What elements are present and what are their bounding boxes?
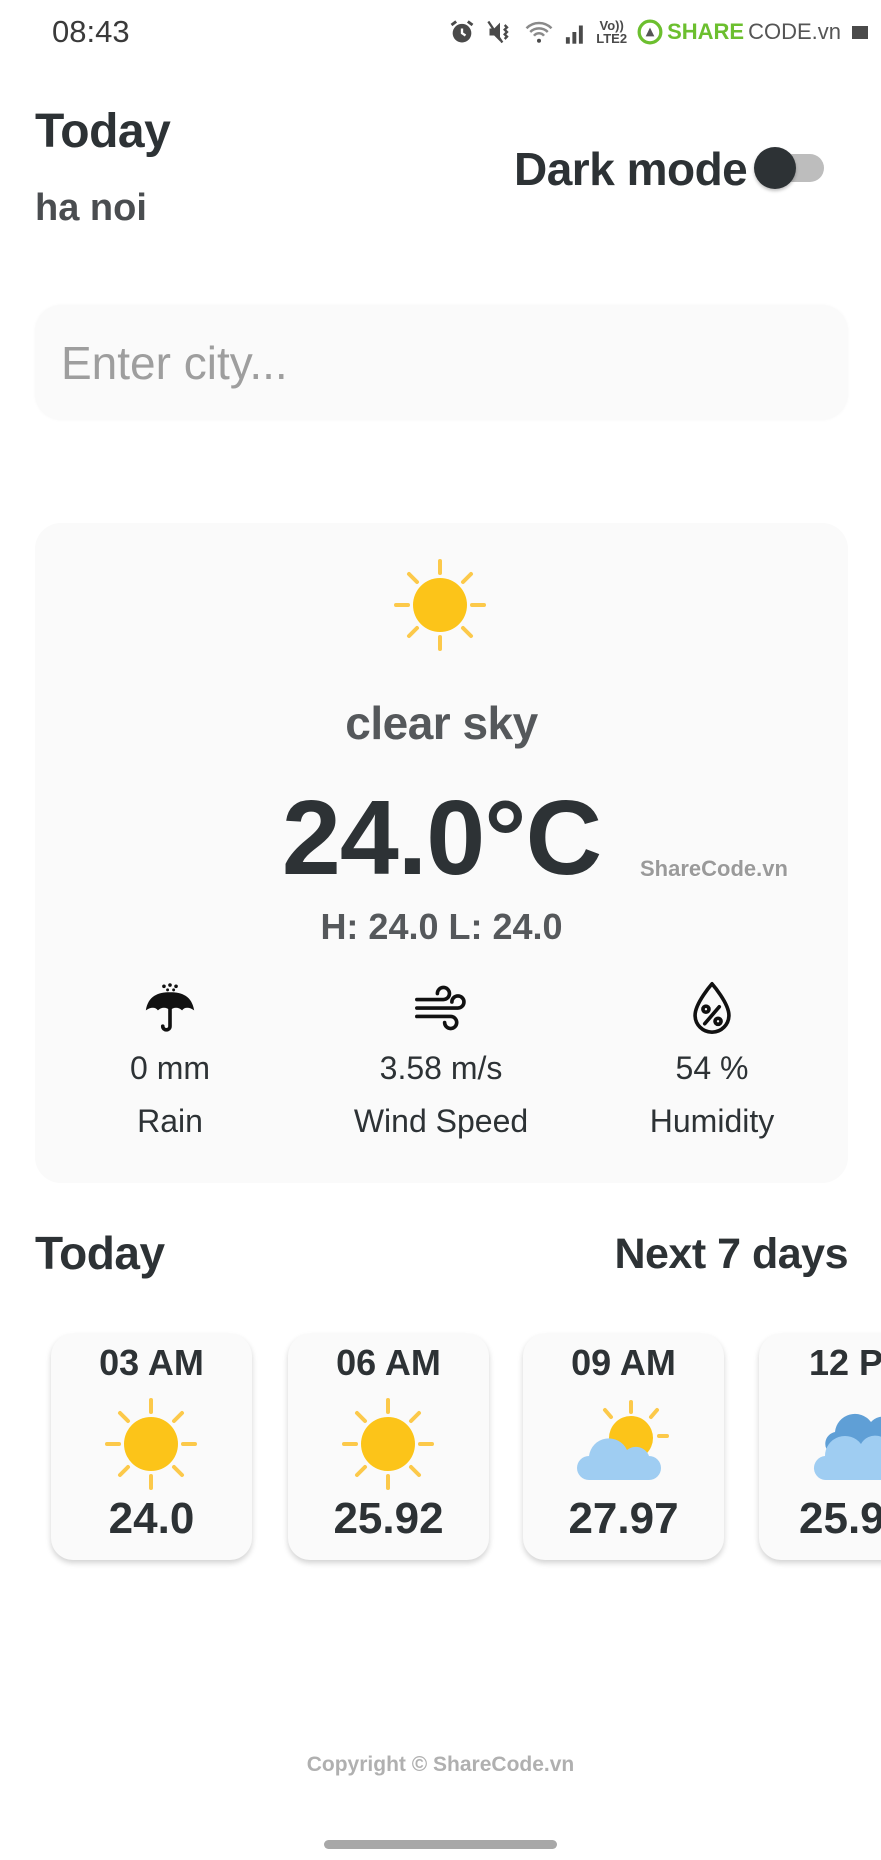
watermark-logo-icon: [637, 19, 663, 45]
sun-icon: [105, 1398, 197, 1490]
home-indicator[interactable]: [324, 1840, 557, 1849]
hourly-time: 06 AM: [336, 1342, 441, 1383]
sun-icon: [342, 1398, 434, 1490]
humidity-value: 54 %: [675, 1050, 749, 1086]
page-title: Today: [35, 105, 171, 158]
wifi-icon: [524, 19, 554, 45]
hourly-card[interactable]: 03 AM 24.0: [51, 1334, 252, 1560]
city-name: ha noi: [35, 187, 147, 229]
hourly-temp: 25.9: [799, 1494, 881, 1543]
humidity-drop-icon: [592, 978, 832, 1038]
status-icons: Vo)) LTE2 SHARE CODE.vn: [448, 14, 869, 50]
high-low-temperature: H: 24.0 L: 24.0: [320, 906, 563, 947]
toggle-thumb[interactable]: [754, 147, 796, 189]
tab-today[interactable]: Today: [35, 1226, 165, 1280]
lte2-text: LTE2: [596, 31, 628, 46]
hourly-forecast-list[interactable]: 03 AM 24.0 06 AM 25.92 09 AM 27.97 12 P …: [0, 1320, 881, 1580]
sun-icon: [394, 559, 486, 651]
city-search-box[interactable]: [35, 305, 848, 420]
wind-icon: [321, 978, 561, 1038]
hourly-card[interactable]: 06 AM 25.92: [288, 1334, 489, 1560]
volte-lte2-icon: Vo)) LTE2: [596, 19, 627, 45]
hourly-temp: 27.97: [568, 1494, 679, 1543]
weather-condition: clear sky: [345, 697, 538, 749]
hourly-temp: 24.0: [108, 1494, 195, 1543]
cloud-icon: [814, 1413, 881, 1481]
humidity-label: Humidity: [649, 1103, 775, 1139]
alarm-icon: [448, 18, 476, 46]
hourly-time: 03 AM: [99, 1342, 204, 1383]
wind-speed-value: 3.58 m/s: [379, 1050, 503, 1086]
stat-rain: 0 mm Rain: [50, 978, 290, 1140]
city-search-input[interactable]: [35, 305, 848, 420]
rain-value: 0 mm: [130, 1050, 210, 1086]
mute-vibrate-icon: [486, 18, 514, 46]
umbrella-rain-icon: [50, 978, 290, 1038]
status-time: 08:43: [52, 14, 130, 49]
battery-icon: [851, 24, 869, 40]
hourly-temp: 25.92: [333, 1494, 444, 1543]
hourly-time: 09 AM: [571, 1342, 676, 1383]
dark-mode-label: Dark mode: [514, 143, 748, 195]
watermark-green-text: SHARE: [667, 19, 745, 44]
watermark-dark-text: CODE.vn: [748, 19, 841, 44]
copyright-text: Copyright © ShareCode.vn: [306, 1753, 575, 1776]
watermark-logo: SHARE CODE.vn: [637, 19, 841, 45]
stat-humidity: 54 % Humidity: [592, 978, 832, 1140]
rain-label: Rain: [137, 1103, 203, 1139]
stat-wind-speed: 3.58 m/s Wind Speed: [321, 978, 561, 1140]
hourly-card[interactable]: 12 P 25.9: [759, 1334, 881, 1560]
dark-mode-toggle[interactable]: [754, 146, 824, 190]
hourly-time: 12 P: [809, 1342, 881, 1383]
current-weather-card: clear sky 24.0°C H: 24.0 L: 24.0 0 mm Ra…: [35, 523, 848, 1183]
partly-cloudy-icon: [577, 1400, 669, 1480]
hourly-card[interactable]: 09 AM 27.97: [523, 1334, 724, 1560]
watermark-text: ShareCode.vn: [640, 856, 788, 881]
wind-speed-label: Wind Speed: [353, 1103, 529, 1139]
signal-icon: [564, 19, 586, 45]
tab-next-7-days[interactable]: Next 7 days: [614, 1230, 848, 1279]
